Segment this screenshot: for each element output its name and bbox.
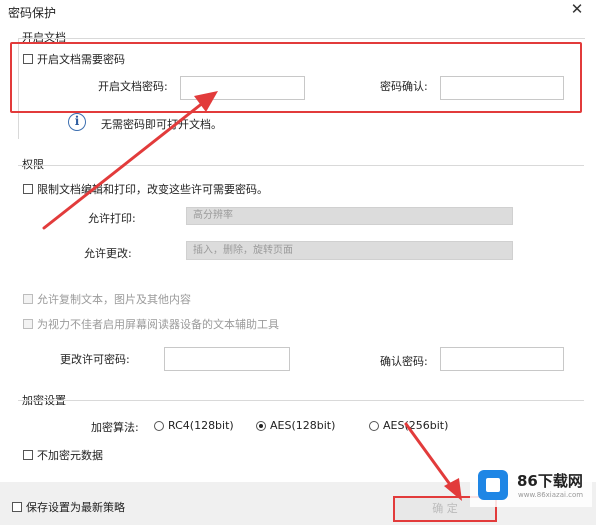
watermark-brand: 86下载网 bbox=[517, 472, 583, 490]
annotation-arrows bbox=[42, 91, 462, 501]
arrow-to-checkbox-shaft bbox=[42, 100, 206, 230]
watermark-url: www.86xiazai.com bbox=[518, 491, 584, 499]
arrow-to-ok-shaft bbox=[404, 422, 456, 492]
watermark-logo-icon bbox=[478, 470, 508, 500]
